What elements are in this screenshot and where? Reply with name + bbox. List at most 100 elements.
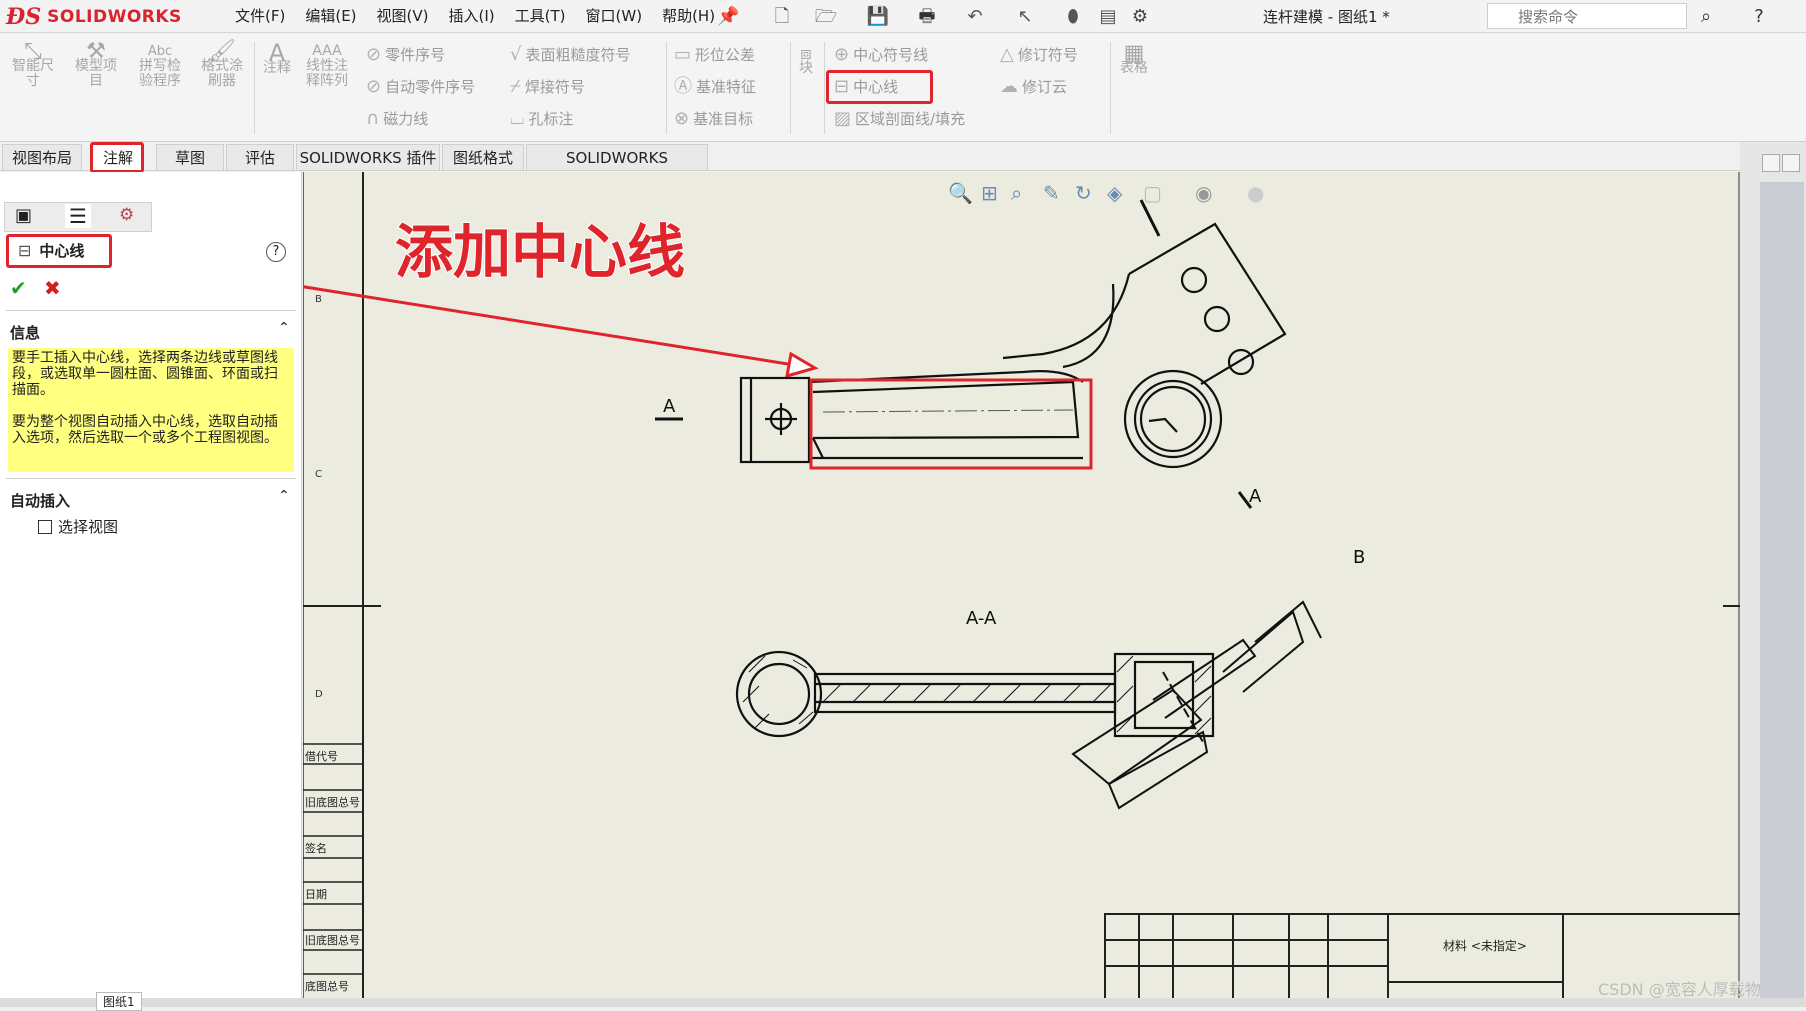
linear-note-pattern-button[interactable]: AAA 线性注释阵列: [302, 44, 352, 89]
search-command-input[interactable]: 搜索命令: [1487, 3, 1687, 29]
datum-target-button[interactable]: ⊗ 基准目标: [674, 110, 753, 129]
select-views-option[interactable]: 选择视图: [38, 516, 118, 537]
command-ribbon: ⤡ 智能尺寸 ⚒ 模型项目 Abc 拼写检验程序 🖌 格式涂刷器 A 注释 AA…: [0, 34, 1806, 142]
zone-letter-left-d: D: [315, 689, 323, 700]
hole-callout-button[interactable]: ⌴ 孔标注: [510, 108, 573, 129]
format-painter-button[interactable]: 🖌 格式涂刷器: [196, 41, 248, 89]
left-block-label-6: 底图总号: [305, 979, 349, 993]
drawing-sheet[interactable]: 🔍 ⊞ ⌕ ✎ ↻ ◈ ▢ ◉ ● B C D 借代号 旧底图总号 签名 日期 …: [122, 172, 1746, 1005]
search-icon[interactable]: ⌕: [1693, 6, 1719, 28]
tab-view-layout[interactable]: 视图布局: [2, 144, 82, 170]
gtol-label: 形位公差: [695, 46, 756, 64]
collapse-chevron-icon[interactable]: ⌃: [278, 488, 290, 504]
material-text: 材料 <未指定>: [1443, 938, 1527, 953]
property-manager-panel: ▣ ☰ ⚙ ⊟ 中心线 ? ✔ ✖ 信息 ⌃ 要手工插入中心线，选择两条边线或草…: [0, 172, 302, 998]
select-icon[interactable]: ↖: [1012, 6, 1038, 28]
task-pane-icon[interactable]: [1762, 154, 1780, 172]
auto-insert-header[interactable]: 自动插入: [10, 490, 70, 511]
revision-symbol-button[interactable]: △ 修订符号: [1000, 44, 1078, 65]
task-pane-icon[interactable]: [1782, 154, 1800, 172]
ribbon-separator: [666, 42, 667, 134]
view-label-b: B: [1353, 547, 1365, 568]
balloon-label: 零件序号: [385, 46, 446, 64]
file-properties-icon[interactable]: ▤: [1096, 6, 1120, 28]
callout-arrow-head: [785, 351, 819, 379]
help-icon[interactable]: ?: [266, 242, 286, 262]
balloon-button[interactable]: ⊘ 零件序号: [366, 46, 446, 65]
select-views-checkbox[interactable]: [38, 519, 52, 534]
menu-tools[interactable]: 工具(T): [505, 6, 576, 26]
hole-callout-icon: ⌴: [510, 108, 525, 129]
area-hatch-button[interactable]: ▨ 区域剖面线/填充: [834, 108, 965, 129]
center-mark-button[interactable]: ⊕ 中心符号线: [834, 46, 928, 65]
info-section-header[interactable]: 信息: [10, 322, 40, 343]
tab-solidworks-inspection[interactable]: SOLIDWORKS Inspection: [526, 144, 708, 193]
command-tabs: 视图布局 注解 草图 评估 SOLIDWORKS 插件 图纸格式 SOLIDWO…: [0, 142, 1806, 193]
surface-finish-icon: √: [510, 44, 522, 65]
smart-dimension-icon: ⤡: [24, 39, 42, 64]
open-file-icon[interactable]: 🗁: [812, 6, 840, 28]
surface-finish-label: 表面粗糙度符号: [525, 46, 631, 64]
block-button[interactable]: ⧈ 块: [794, 45, 818, 76]
save-icon[interactable]: 💾: [864, 6, 892, 28]
tab-evaluate[interactable]: 评估: [226, 144, 294, 170]
tab-sketch[interactable]: 草图: [156, 144, 224, 170]
model-items-button[interactable]: ⚒ 模型项目: [70, 41, 122, 89]
menu-file[interactable]: 文件(F): [225, 6, 295, 26]
search-placeholder: 搜索命令: [1518, 7, 1579, 26]
feature-manager-icon[interactable]: ▣: [15, 205, 32, 226]
undo-icon[interactable]: ↶: [962, 6, 988, 28]
heads-up-view-toolbar: 🔍 ⊞ ⌕ ✎ ↻ ◈ ▢ ◉ ●: [948, 180, 1264, 205]
options-gear-icon[interactable]: ⚙: [1127, 6, 1153, 28]
weld-symbol-button[interactable]: ⌿ 焊接符号: [510, 78, 585, 97]
magnetic-line-button[interactable]: ∩ 磁力线: [366, 110, 428, 129]
auto-balloon-button[interactable]: ⊘ 自动零件序号: [366, 76, 475, 97]
menu-bar: 文件(F) 编辑(E) 视图(V) 插入(I) 工具(T) 窗口(W) 帮助(H…: [225, 6, 725, 26]
section-label-a-left: A: [663, 396, 676, 417]
auto-balloon-icon: ⊘: [366, 76, 382, 97]
surface-finish-button[interactable]: √ 表面粗糙度符号: [510, 44, 631, 65]
menu-edit[interactable]: 编辑(E): [295, 6, 366, 26]
model-items-label: 模型项目: [75, 58, 117, 89]
datum-feature-button[interactable]: Ⓐ 基准特征: [674, 78, 756, 97]
tab-sheet-format[interactable]: 图纸格式: [442, 144, 524, 170]
zoom-previous-icon: ⌕: [1011, 181, 1022, 205]
menu-view[interactable]: 视图(V): [367, 6, 439, 26]
redraw-icon: ↻: [1075, 181, 1092, 205]
collapse-chevron-icon[interactable]: ⌃: [278, 320, 290, 336]
task-pane-collapsed: [1760, 182, 1804, 998]
spell-check-button[interactable]: Abc 拼写检验程序: [134, 44, 186, 89]
config-manager-icon[interactable]: ⚙: [119, 205, 134, 225]
property-manager-icon[interactable]: ☰: [65, 204, 91, 228]
gtol-button[interactable]: ▭ 形位公差: [674, 46, 756, 65]
menu-help[interactable]: 帮助(H): [652, 6, 725, 26]
note-icon: A: [268, 39, 286, 67]
view-setting-icon: ◉: [1195, 181, 1212, 205]
zone-letter-left-c: C: [315, 469, 322, 480]
ribbon-separator: [1110, 42, 1111, 134]
left-block-label-2: 旧底图总号: [305, 795, 360, 809]
print-icon[interactable]: 🖶: [912, 6, 942, 28]
tab-solidworks-addins[interactable]: SOLIDWORKS 插件: [296, 144, 440, 170]
centerline-mark: [822, 409, 1074, 413]
help-icon[interactable]: ?: [1748, 6, 1770, 28]
note-button[interactable]: A 注释: [258, 39, 296, 76]
table-icon: ▦: [1123, 41, 1145, 66]
menu-window[interactable]: 窗口(W): [576, 6, 653, 26]
revision-cloud-button[interactable]: ☁ 修订云: [1000, 78, 1068, 97]
rebuild-icon[interactable]: ⬮: [1062, 6, 1084, 28]
ok-check-icon[interactable]: ✔: [10, 276, 27, 300]
new-file-icon[interactable]: 🗋: [770, 6, 794, 28]
pin-icon[interactable]: 📌: [717, 6, 739, 28]
cancel-x-icon[interactable]: ✖: [44, 276, 61, 300]
revision-cloud-label: 修订云: [1022, 78, 1068, 96]
table-button[interactable]: ▦ 表格: [1116, 41, 1152, 76]
area-hatch-icon: ▨: [834, 108, 852, 129]
top-view-connecting-rod: [739, 222, 1287, 469]
revision-symbol-icon: △: [1000, 44, 1014, 65]
select-views-label: 选择视图: [58, 518, 119, 536]
sheet-tab[interactable]: 图纸1: [96, 992, 142, 1011]
menu-insert[interactable]: 插入(I): [439, 6, 505, 26]
smart-dimension-button[interactable]: ⤡ 智能尺寸: [6, 39, 60, 89]
document-title: 连杆建模 - 图纸1 *: [1263, 8, 1390, 26]
